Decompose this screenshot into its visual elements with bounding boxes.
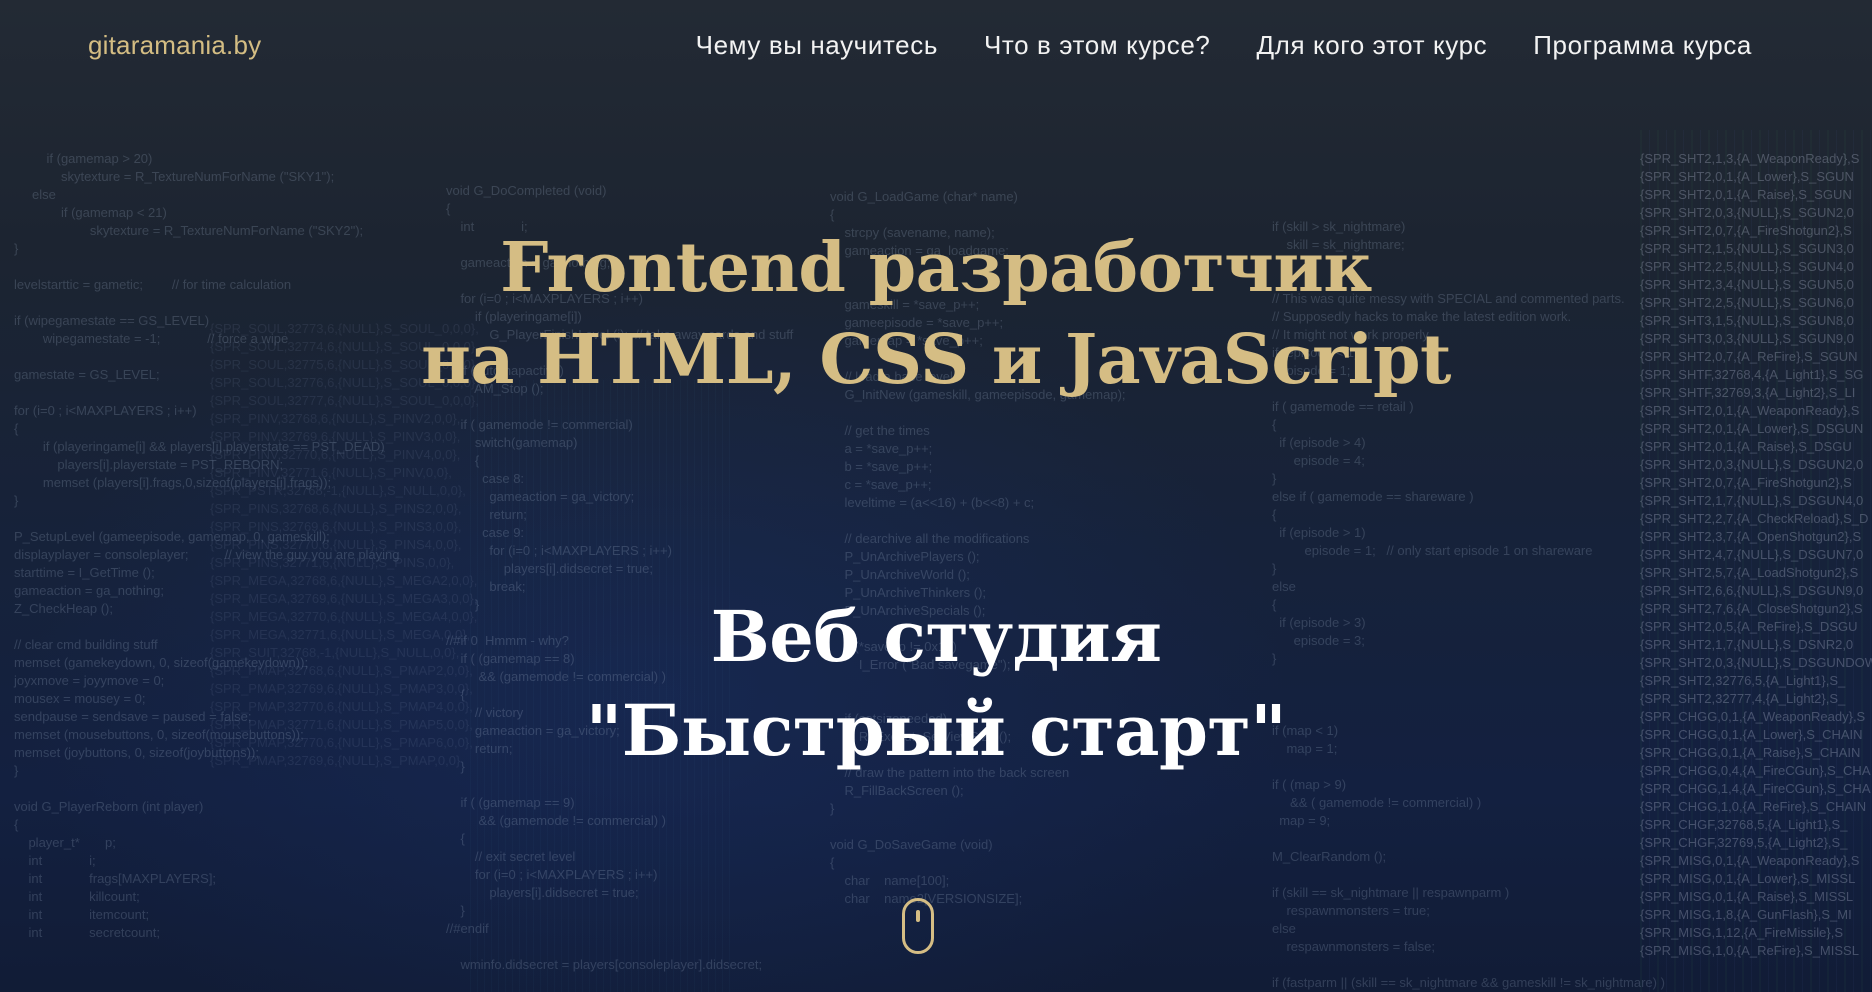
site-header: gitaramania.by Чему вы научитесь Что в э… bbox=[0, 0, 1872, 96]
site-logo-link[interactable]: gitaramania.by bbox=[88, 30, 261, 61]
hero-title-line-1: Frontend разработчик bbox=[500, 228, 1372, 308]
nav-item-what-you-learn[interactable]: Чему вы научитесь bbox=[696, 30, 938, 61]
nav-item-target-audience[interactable]: Для кого этот курс bbox=[1256, 30, 1487, 61]
nav-item-course-program[interactable]: Программа курса bbox=[1533, 30, 1752, 61]
hero-title-line-2: на HTML, CSS и JavaScript bbox=[421, 320, 1451, 400]
hero-title: Frontend разработчик на HTML, CSS и Java… bbox=[0, 222, 1872, 406]
hero-subtitle-line-2: "Быстрый старт" bbox=[585, 689, 1287, 772]
nav-item-course-contents[interactable]: Что в этом курсе? bbox=[984, 30, 1211, 61]
mouse-scroll-icon[interactable] bbox=[902, 898, 934, 954]
hero-subtitle: Веб студия "Быстрый старт" bbox=[0, 590, 1872, 778]
hero-subtitle-line-1: Веб студия bbox=[710, 595, 1162, 678]
mouse-wheel-icon bbox=[916, 910, 920, 922]
code-background-image: if (gamemap > 20) skytexture = R_Texture… bbox=[0, 0, 1872, 992]
main-navigation: Чему вы научитесь Что в этом курсе? Для … bbox=[696, 30, 1752, 61]
hero-section: if (gamemap > 20) skytexture = R_Texture… bbox=[0, 0, 1872, 992]
